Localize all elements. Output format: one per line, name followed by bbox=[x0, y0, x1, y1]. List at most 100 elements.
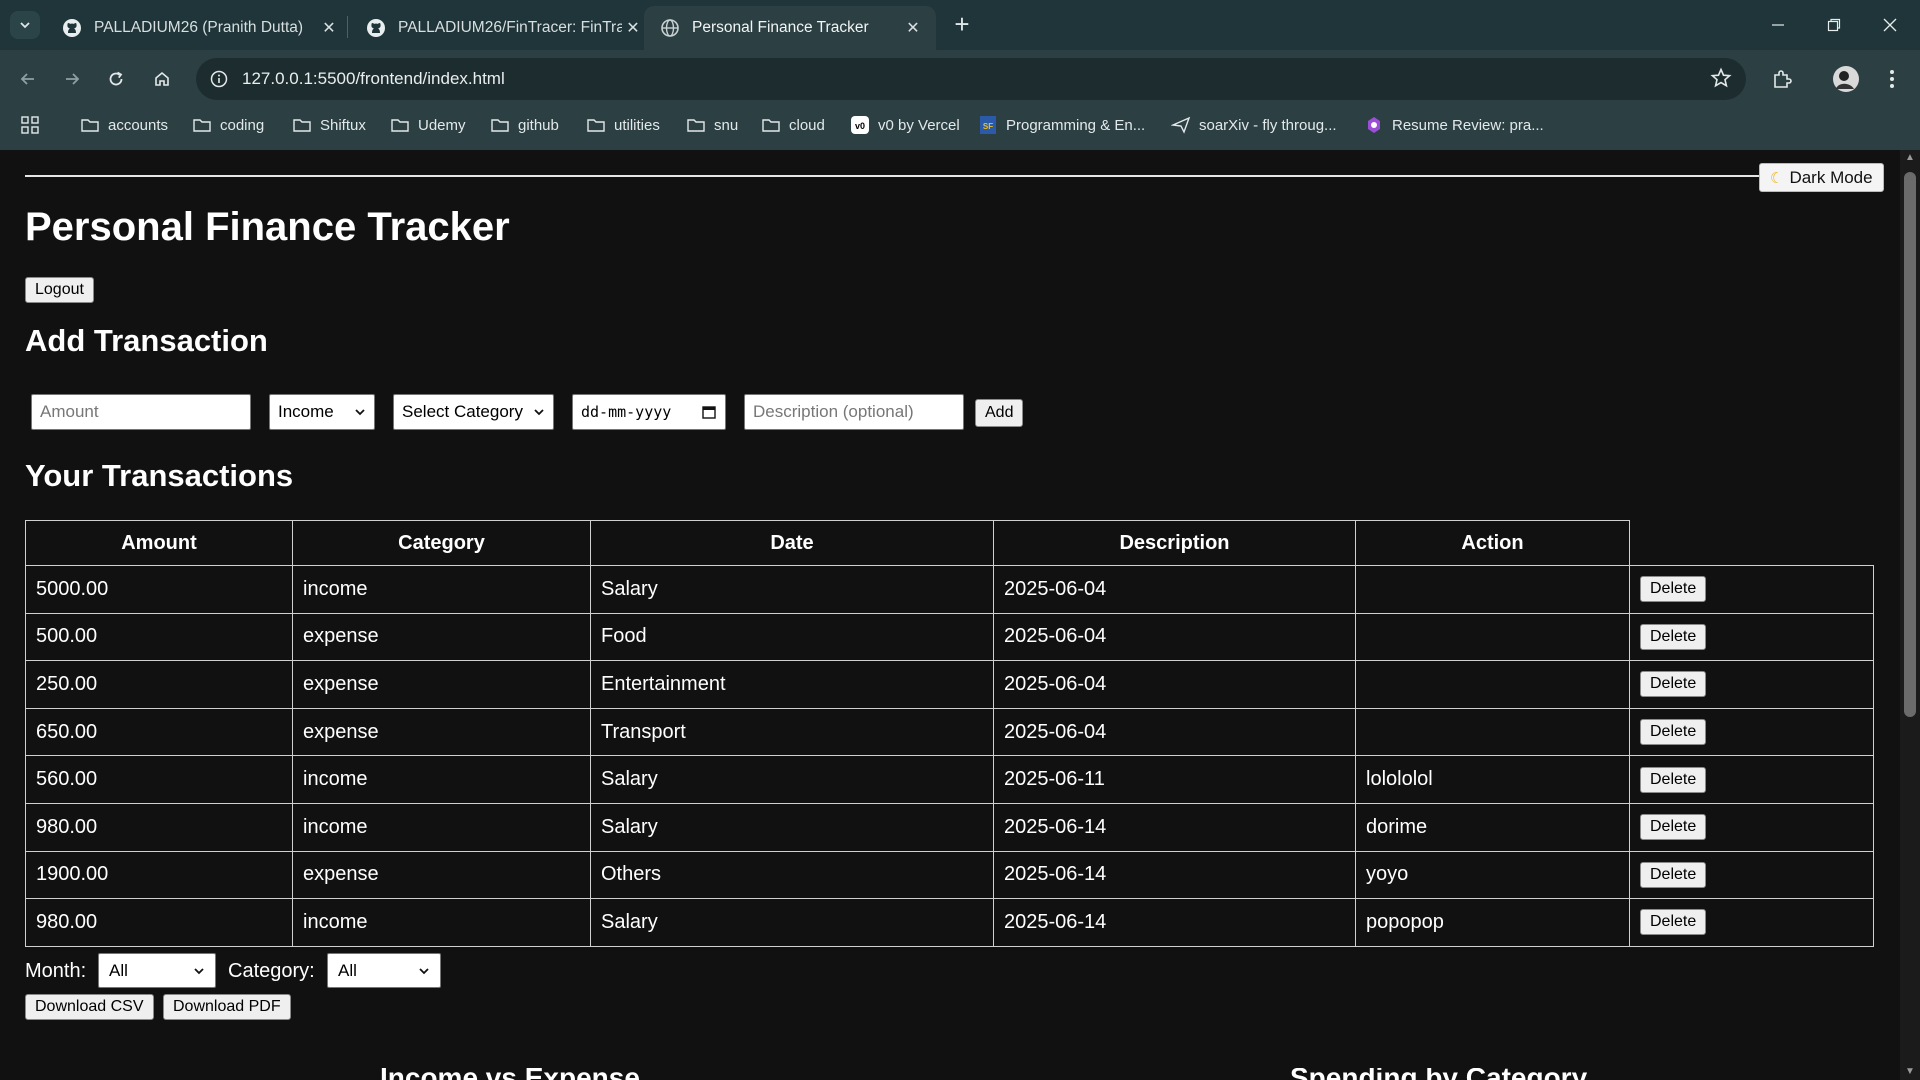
address-bar[interactable]: 127.0.0.1:5500/frontend/index.html bbox=[196, 58, 1746, 100]
page-scrollbar[interactable]: ▲ ▼ bbox=[1900, 150, 1920, 1080]
forward-button[interactable] bbox=[56, 63, 88, 95]
restore-button[interactable] bbox=[1806, 0, 1862, 50]
table-cell: 5000.00 bbox=[25, 565, 293, 614]
table-cell: income bbox=[292, 755, 591, 804]
browser-tab[interactable]: PALLADIUM26/FinTracer: FinTra ✕ bbox=[350, 6, 656, 50]
bookmark-item[interactable]: snu bbox=[686, 108, 738, 142]
folder-icon bbox=[390, 115, 410, 135]
close-icon bbox=[1883, 18, 1897, 32]
delete-button[interactable]: Delete bbox=[1640, 719, 1707, 746]
extensions-button[interactable] bbox=[1766, 63, 1798, 95]
category-filter-select[interactable]: All bbox=[327, 953, 441, 988]
new-tab-button[interactable]: + bbox=[948, 11, 976, 39]
bookmark-item[interactable]: accounts bbox=[80, 108, 168, 142]
folder-icon bbox=[192, 115, 212, 135]
description-input[interactable]: Description (optional) bbox=[744, 394, 964, 430]
tab-title: PALLADIUM26/FinTracer: FinTra bbox=[398, 19, 622, 36]
reload-icon bbox=[109, 71, 123, 86]
scroll-thumb[interactable] bbox=[1904, 172, 1916, 717]
bookmark-label: soarXiv - fly throug... bbox=[1199, 116, 1337, 134]
table-cell: 2025-06-04 bbox=[993, 707, 1356, 757]
download-csv-button[interactable]: Download CSV bbox=[25, 994, 154, 1020]
table-row: 650.00 expense Transport 2025-06-04 Delete bbox=[25, 707, 1874, 757]
bookmark-label: coding bbox=[220, 116, 265, 134]
bookmark-item[interactable]: Resume Review: pra... bbox=[1364, 108, 1544, 142]
table-cell: Salary bbox=[590, 755, 994, 804]
chevron-down-icon bbox=[355, 409, 365, 416]
close-icon[interactable]: ✕ bbox=[622, 18, 644, 38]
page-title: Personal Finance Tracker bbox=[25, 205, 510, 249]
browser-tab-active[interactable]: Personal Finance Tracker ✕ bbox=[644, 6, 936, 50]
delete-button[interactable]: Delete bbox=[1640, 861, 1707, 888]
calendar-icon bbox=[702, 406, 716, 419]
dark-mode-toggle[interactable]: ☾ Dark Mode bbox=[1759, 163, 1884, 192]
delete-button[interactable]: Delete bbox=[1640, 576, 1707, 603]
download-pdf-button[interactable]: Download PDF bbox=[163, 994, 291, 1020]
site-info-button[interactable] bbox=[204, 64, 234, 94]
table-cell: Salary bbox=[590, 565, 994, 614]
scroll-down-arrow-icon[interactable]: ▼ bbox=[1904, 1066, 1916, 1078]
bookmark-item[interactable]: cloud bbox=[761, 108, 825, 142]
type-select[interactable]: Income bbox=[269, 394, 375, 430]
column-header: Category bbox=[292, 520, 591, 566]
delete-button[interactable]: Delete bbox=[1640, 766, 1707, 793]
transactions-heading: Your Transactions bbox=[25, 458, 294, 493]
bookmark-item[interactable]: SF Programming & En... bbox=[978, 108, 1145, 142]
table-cell: expense bbox=[292, 707, 591, 757]
github-icon bbox=[63, 19, 81, 37]
window-close-button[interactable] bbox=[1862, 0, 1918, 50]
bookmark-item[interactable]: Shiftux bbox=[292, 108, 366, 142]
tab-search-button[interactable] bbox=[10, 11, 40, 39]
delete-button[interactable]: Delete bbox=[1640, 671, 1707, 698]
bookmark-item[interactable]: Udemy bbox=[390, 108, 466, 142]
column-header: Amount bbox=[25, 520, 293, 566]
add-transaction-button[interactable]: Add bbox=[975, 399, 1024, 427]
table-cell bbox=[1355, 660, 1630, 709]
table-cell: Entertainment bbox=[590, 660, 994, 709]
browser-tab[interactable]: PALLADIUM26 (Pranith Dutta) ✕ bbox=[46, 6, 352, 50]
category-select[interactable]: Select Category bbox=[393, 394, 554, 430]
amount-input[interactable]: Amount bbox=[31, 394, 251, 430]
close-icon[interactable]: ✕ bbox=[902, 18, 924, 38]
back-button[interactable] bbox=[12, 63, 44, 95]
table-cell: lolololol bbox=[1355, 755, 1630, 804]
minimize-button[interactable] bbox=[1750, 0, 1806, 50]
income-vs-expense-heading: Income vs Expense bbox=[380, 1068, 640, 1080]
kebab-menu-icon bbox=[1890, 70, 1894, 88]
table-row: 560.00 income Salary 2025-06-11 lolololol Del… bbox=[25, 755, 1874, 804]
delete-button[interactable]: Delete bbox=[1640, 623, 1707, 650]
bookmark-item[interactable]: github bbox=[490, 108, 559, 142]
transactions-table: Amount Category Date Description Action … bbox=[25, 520, 1874, 947]
table-cell: Salary bbox=[590, 898, 994, 947]
github-icon bbox=[367, 19, 385, 37]
month-filter-select[interactable]: All bbox=[98, 953, 216, 988]
bookmark-item[interactable]: soarXiv - fly throug... bbox=[1171, 108, 1337, 142]
bookmark-item[interactable]: coding bbox=[192, 108, 264, 142]
delete-button[interactable]: Delete bbox=[1640, 909, 1707, 936]
table-cell: Food bbox=[590, 612, 994, 662]
profile-avatar[interactable] bbox=[1830, 63, 1862, 95]
bookmark-item[interactable]: v0 v0 by Vercel bbox=[850, 108, 960, 142]
date-input[interactable]: dd-mm-yyyy bbox=[572, 394, 726, 430]
apps-button[interactable] bbox=[20, 108, 40, 142]
table-cell: dorime bbox=[1355, 802, 1630, 852]
logout-button[interactable]: Logout bbox=[25, 277, 94, 303]
scroll-up-arrow-icon[interactable]: ▲ bbox=[1904, 152, 1916, 164]
reload-button[interactable] bbox=[100, 63, 132, 95]
delete-button[interactable]: Delete bbox=[1640, 814, 1707, 841]
table-cell: 250.00 bbox=[25, 660, 293, 709]
amount-placeholder: Amount bbox=[40, 402, 99, 421]
browser-menu-button[interactable] bbox=[1876, 63, 1908, 95]
browser-toolbar: 127.0.0.1:5500/frontend/index.html bbox=[0, 50, 1920, 108]
category-filter-value: All bbox=[338, 960, 357, 980]
apps-grid-icon bbox=[21, 116, 39, 134]
globe-icon bbox=[661, 19, 679, 37]
home-button[interactable] bbox=[146, 63, 178, 95]
table-cell: income bbox=[292, 565, 591, 614]
bookmarks-bar: accounts coding Shiftux Udemy github utilitie… bbox=[0, 108, 1920, 150]
table-cell: 500.00 bbox=[25, 612, 293, 662]
bookmark-item[interactable]: utilities bbox=[586, 108, 660, 142]
bookmark-star-button[interactable] bbox=[1710, 67, 1732, 94]
puzzle-icon bbox=[1774, 70, 1792, 88]
close-icon[interactable]: ✕ bbox=[318, 18, 340, 38]
